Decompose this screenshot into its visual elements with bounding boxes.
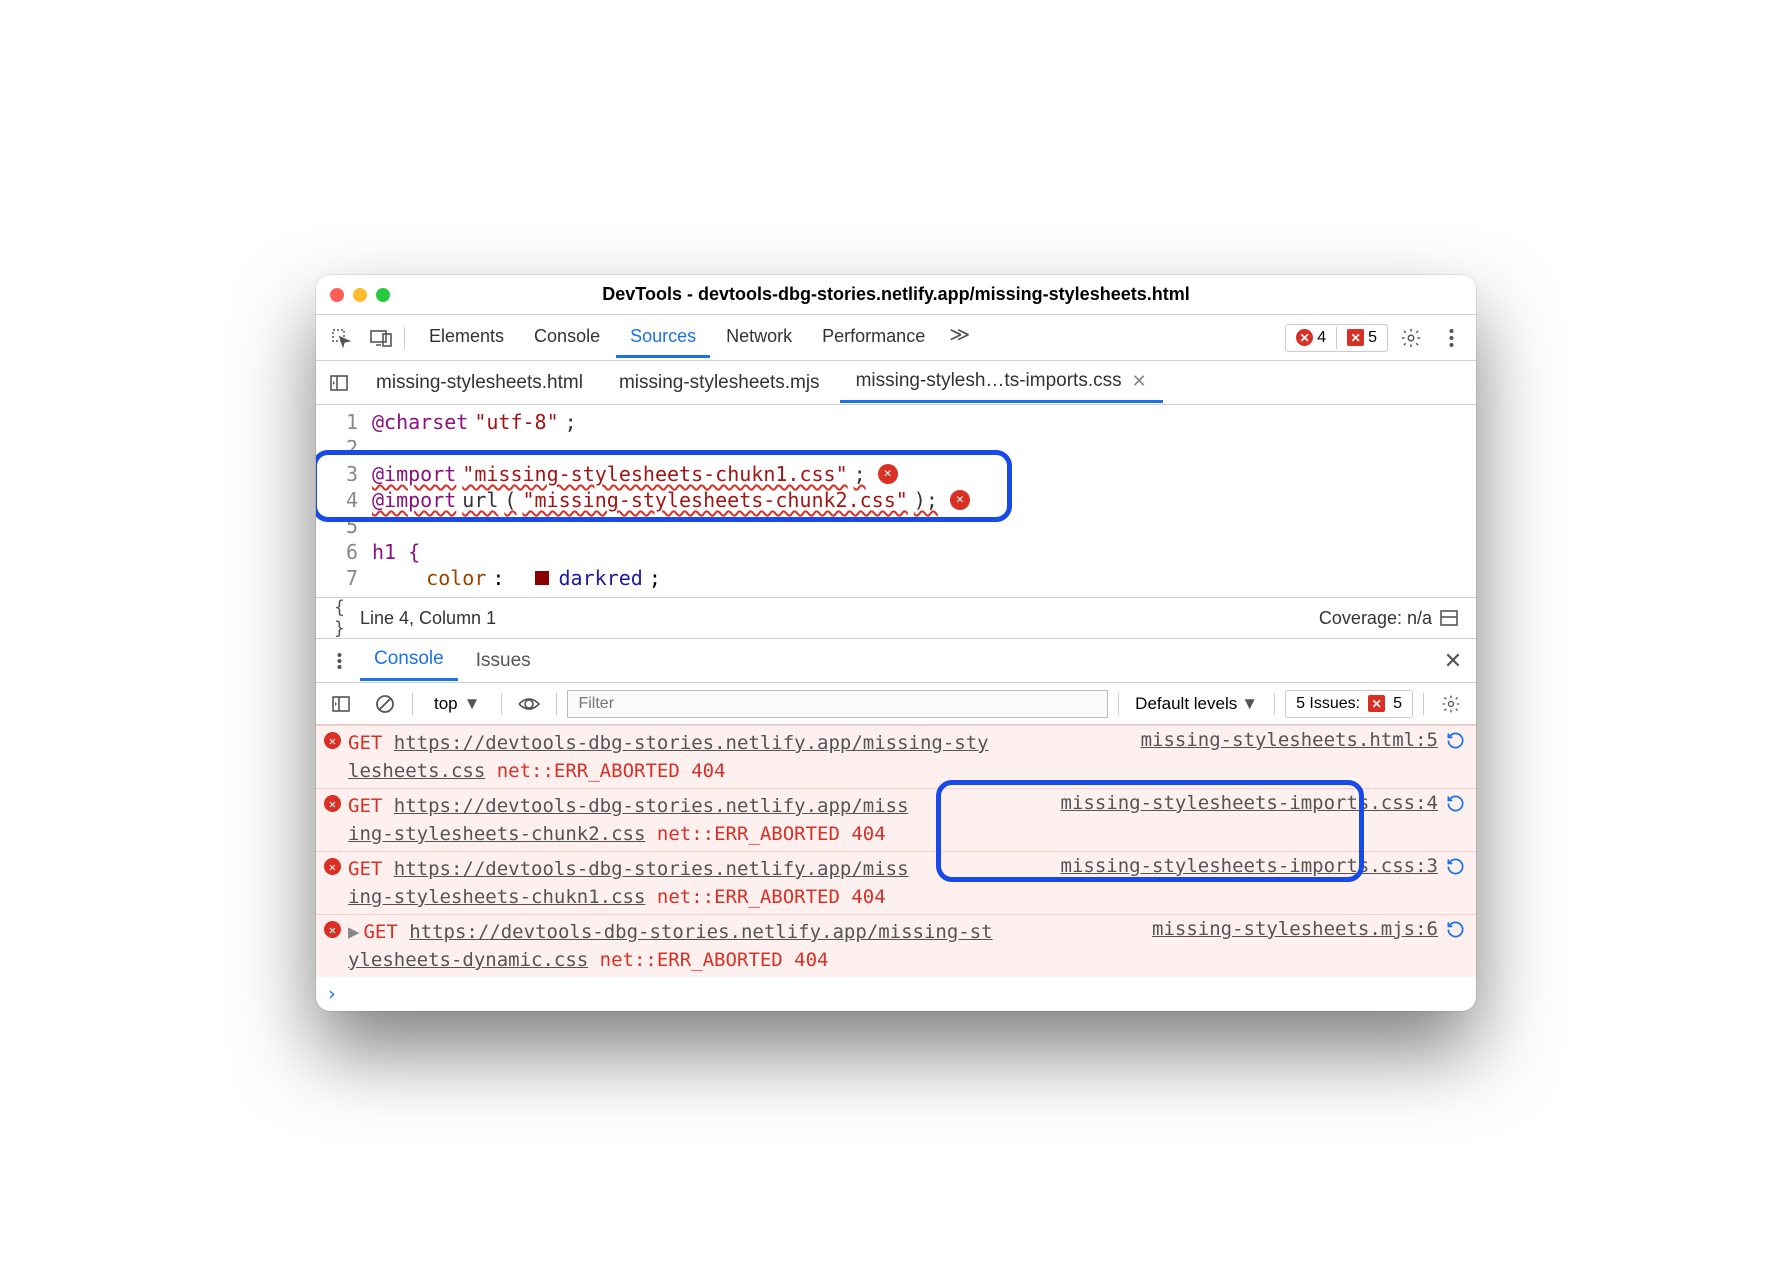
titlebar: DevTools - devtools-dbg-stories.netlify.… bbox=[316, 275, 1476, 315]
clear-console-icon[interactable] bbox=[368, 687, 402, 721]
devtools-window: DevTools - devtools-dbg-stories.netlify.… bbox=[316, 275, 1476, 1011]
drawer-menu-icon[interactable] bbox=[322, 644, 356, 678]
issue-icon: ✕ bbox=[1368, 695, 1385, 712]
issue-icon: ✕ bbox=[1347, 329, 1364, 346]
kebab-menu-icon[interactable] bbox=[1434, 321, 1468, 355]
expand-arrow-icon[interactable]: ▶ bbox=[348, 921, 359, 943]
source-link[interactable]: missing-stylesheets-imports.css:4 bbox=[1061, 792, 1439, 814]
sidebar-toggle-icon[interactable] bbox=[1432, 601, 1466, 635]
log-levels-selector[interactable]: Default levels ▼ bbox=[1129, 690, 1264, 718]
console-error-row[interactable]: ✕ GET https://devtools-dbg-stories.netli… bbox=[316, 851, 1476, 914]
errors-count-badge[interactable]: ✕ 4 bbox=[1290, 327, 1332, 349]
live-expression-icon[interactable] bbox=[512, 687, 546, 721]
error-icon: ✕ bbox=[324, 795, 341, 812]
request-url-link[interactable]: https://devtools-dbg-stories.netlify.app… bbox=[394, 858, 909, 880]
file-tab-mjs[interactable]: missing-stylesheets.mjs bbox=[603, 364, 836, 402]
issues-button[interactable]: 5 Issues: ✕ 5 bbox=[1285, 690, 1413, 718]
tab-console[interactable]: Console bbox=[520, 318, 614, 358]
settings-icon[interactable] bbox=[1394, 321, 1428, 355]
error-badges[interactable]: ✕ 4 ✕ 5 bbox=[1285, 324, 1388, 352]
drawer-tab-issues[interactable]: Issues bbox=[462, 642, 545, 680]
tab-elements[interactable]: Elements bbox=[415, 318, 518, 358]
error-icon[interactable]: ✕ bbox=[878, 464, 898, 484]
request-url-link[interactable]: lesheets.css bbox=[348, 760, 485, 782]
close-drawer-icon[interactable]: ✕ bbox=[1436, 644, 1470, 678]
code-editor[interactable]: 1234567 @charset "utf-8"; @import "missi… bbox=[316, 405, 1476, 597]
console-filter-input[interactable] bbox=[567, 690, 1108, 718]
error-icon[interactable]: ✕ bbox=[950, 490, 970, 510]
replay-xhr-icon[interactable] bbox=[1444, 918, 1466, 974]
color-swatch[interactable] bbox=[535, 571, 549, 585]
line-gutter: 1234567 bbox=[316, 409, 372, 591]
drawer-tab-console[interactable]: Console bbox=[360, 640, 458, 681]
inspect-element-icon[interactable] bbox=[324, 321, 358, 355]
request-url-link[interactable]: ylesheets-dynamic.css bbox=[348, 949, 588, 971]
chevron-down-icon: ▼ bbox=[464, 694, 481, 714]
console-error-row[interactable]: ✕ GET https://devtools-dbg-stories.netli… bbox=[316, 725, 1476, 788]
editor-status-bar: { } Line 4, Column 1 Coverage: n/a bbox=[316, 597, 1476, 639]
console-error-row[interactable]: ✕ GET https://devtools-dbg-stories.netli… bbox=[316, 788, 1476, 851]
cursor-position: Line 4, Column 1 bbox=[360, 608, 496, 629]
main-toolbar: Elements Console Sources Network Perform… bbox=[316, 315, 1476, 361]
panel-tabs: Elements Console Sources Network Perform… bbox=[415, 318, 1279, 358]
request-url-link[interactable]: https://devtools-dbg-stories.netlify.app… bbox=[409, 921, 992, 943]
source-link[interactable]: missing-stylesheets.html:5 bbox=[1141, 729, 1438, 751]
replay-xhr-icon[interactable] bbox=[1444, 792, 1466, 848]
close-tab-icon[interactable]: ✕ bbox=[1132, 371, 1147, 392]
console-log-area: ✕ GET https://devtools-dbg-stories.netli… bbox=[316, 725, 1476, 1011]
file-tab-html[interactable]: missing-stylesheets.html bbox=[360, 364, 599, 402]
navigator-toggle-icon[interactable] bbox=[322, 366, 356, 400]
request-url-link[interactable]: https://devtools-dbg-stories.netlify.app… bbox=[394, 732, 989, 754]
console-error-row[interactable]: ✕ ▶GET https://devtools-dbg-stories.netl… bbox=[316, 914, 1476, 977]
console-settings-icon[interactable] bbox=[1434, 687, 1468, 721]
error-icon: ✕ bbox=[324, 921, 341, 938]
tab-sources[interactable]: Sources bbox=[616, 318, 710, 358]
error-icon: ✕ bbox=[1296, 329, 1313, 346]
file-tabs: missing-stylesheets.html missing-stylesh… bbox=[316, 361, 1476, 405]
source-link[interactable]: missing-stylesheets-imports.css:3 bbox=[1061, 855, 1439, 877]
pretty-print-icon[interactable]: { } bbox=[326, 601, 360, 635]
replay-xhr-icon[interactable] bbox=[1444, 855, 1466, 911]
console-sidebar-toggle-icon[interactable] bbox=[324, 687, 358, 721]
request-url-link[interactable]: ing-stylesheets-chukn1.css bbox=[348, 886, 645, 908]
drawer-tabs: Console Issues ✕ bbox=[316, 639, 1476, 683]
code-content[interactable]: @charset "utf-8"; @import "missing-style… bbox=[372, 409, 1476, 591]
console-prompt[interactable]: › bbox=[316, 977, 1476, 1011]
source-link[interactable]: missing-stylesheets.mjs:6 bbox=[1152, 918, 1438, 940]
file-tab-css[interactable]: missing-stylesh…ts-imports.css ✕ bbox=[840, 362, 1163, 403]
tab-network[interactable]: Network bbox=[712, 318, 806, 358]
error-icon: ✕ bbox=[324, 858, 341, 875]
tab-performance[interactable]: Performance bbox=[808, 318, 939, 358]
window-title: DevTools - devtools-dbg-stories.netlify.… bbox=[316, 284, 1476, 305]
issues-count-badge[interactable]: ✕ 5 bbox=[1341, 327, 1383, 349]
replay-xhr-icon[interactable] bbox=[1444, 729, 1466, 785]
request-url-link[interactable]: ing-stylesheets-chunk2.css bbox=[348, 823, 645, 845]
error-icon: ✕ bbox=[324, 732, 341, 749]
console-toolbar: top ▼ Default levels ▼ 5 Issues: ✕ 5 bbox=[316, 683, 1476, 725]
coverage-status: Coverage: n/a bbox=[1319, 608, 1432, 629]
chevron-down-icon: ▼ bbox=[1241, 694, 1258, 714]
device-toolbar-icon[interactable] bbox=[364, 321, 398, 355]
more-panels-button[interactable]: ≫ bbox=[941, 318, 978, 358]
context-selector[interactable]: top ▼ bbox=[423, 689, 491, 719]
request-url-link[interactable]: https://devtools-dbg-stories.netlify.app… bbox=[394, 795, 909, 817]
